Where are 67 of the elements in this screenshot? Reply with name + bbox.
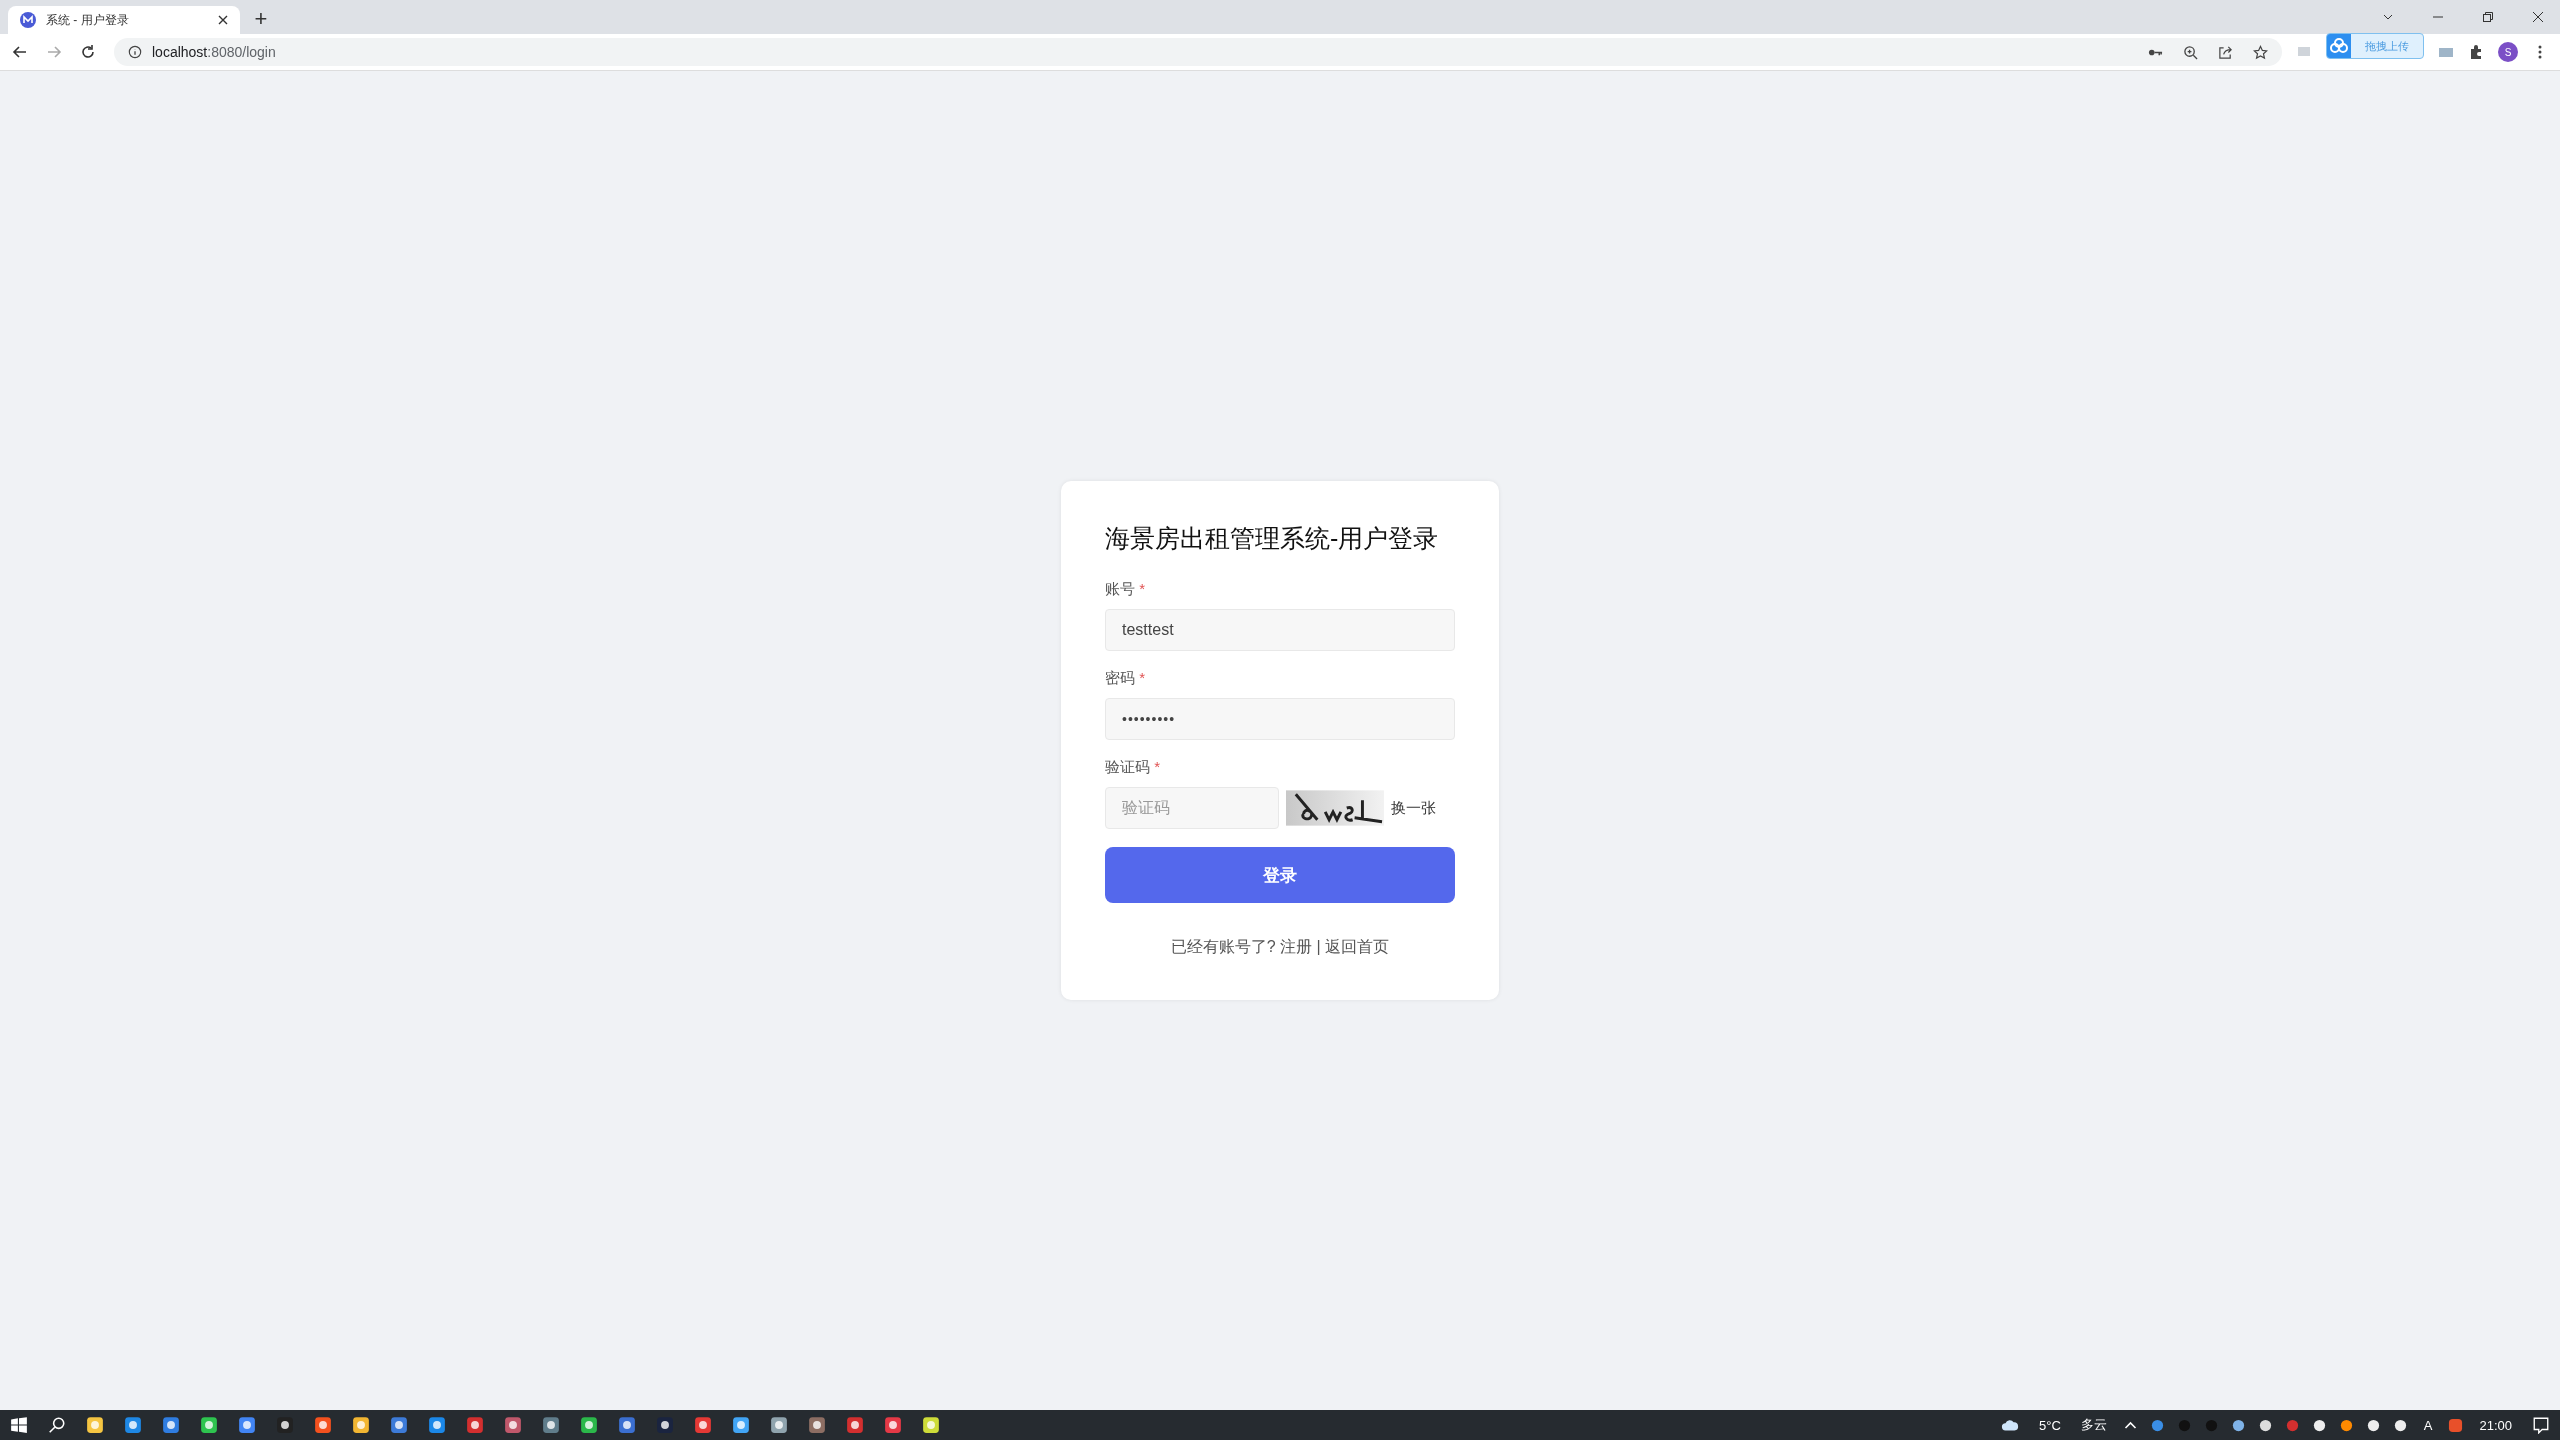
reload-icon[interactable]: [80, 44, 96, 60]
back-arrow-icon[interactable]: [12, 44, 28, 60]
tray-icon[interactable]: [2392, 1417, 2408, 1433]
login-button[interactable]: 登录: [1105, 847, 1455, 903]
account-input[interactable]: testtest: [1105, 609, 1455, 651]
puzzle-icon[interactable]: [2468, 44, 2484, 60]
app-icon[interactable]: [200, 1416, 218, 1434]
app-icon[interactable]: [504, 1416, 522, 1434]
field-label: 账号 *: [1105, 580, 1146, 599]
zoom-icon[interactable]: [2183, 44, 2198, 60]
tray-icon[interactable]: [2230, 1417, 2246, 1433]
app-icon[interactable]: [808, 1416, 826, 1434]
app-icon[interactable]: [428, 1416, 446, 1434]
tab-title: 系统 - 用户登录: [46, 11, 130, 29]
home-link[interactable]: 返回首页: [1325, 938, 1390, 955]
share-icon[interactable]: [2218, 44, 2233, 60]
password-input[interactable]: •••••••••: [1105, 698, 1455, 740]
app-icon[interactable]: [846, 1416, 864, 1434]
app-icon[interactable]: [238, 1416, 256, 1434]
app-icon[interactable]: [162, 1416, 180, 1434]
tray-icon[interactable]: [2338, 1417, 2354, 1433]
captcha-image[interactable]: [1286, 790, 1384, 826]
field-label: 验证码 *: [1105, 758, 1161, 777]
captcha-input[interactable]: 验证码: [1105, 787, 1279, 829]
upload-label: 拖拽上传: [2364, 38, 2410, 54]
url-text: localhost:8080/login: [152, 44, 276, 60]
app-icon[interactable]: [656, 1416, 674, 1434]
address-bar[interactable]: localhost:8080/login: [114, 38, 2282, 66]
app-icon[interactable]: [884, 1416, 902, 1434]
start-icon[interactable]: [10, 1416, 28, 1434]
close-icon[interactable]: [2532, 11, 2544, 23]
app-icon[interactable]: [276, 1416, 294, 1434]
app-icon[interactable]: [694, 1416, 712, 1434]
app-icon[interactable]: [466, 1416, 484, 1434]
app-icon[interactable]: [124, 1416, 142, 1434]
site-logo-icon: [20, 12, 36, 28]
footer-text: 已经有账号了? 注册 | 返回首页: [1169, 937, 1391, 957]
info-icon[interactable]: [128, 45, 142, 59]
tray-icon[interactable]: [2257, 1417, 2273, 1433]
field-label: 密码 *: [1105, 669, 1146, 688]
star-icon[interactable]: [2253, 44, 2268, 60]
profile-avatar[interactable]: S: [2498, 42, 2518, 62]
clock-text[interactable]: 21:00: [2479, 1417, 2512, 1433]
app-icon[interactable]: [314, 1416, 332, 1434]
input-method-text[interactable]: A: [2423, 1417, 2433, 1433]
app-icon[interactable]: [352, 1416, 370, 1434]
tray-icon[interactable]: [2365, 1417, 2381, 1433]
app-icon[interactable]: [86, 1416, 104, 1434]
app-icon[interactable]: [390, 1416, 408, 1434]
register-link[interactable]: 注册: [1280, 938, 1313, 955]
app-icon[interactable]: [618, 1416, 636, 1434]
search-icon[interactable]: [48, 1416, 66, 1434]
browser-tab[interactable]: 系统 - 用户登录: [8, 6, 240, 34]
app-icon[interactable]: [732, 1416, 750, 1434]
app-icon[interactable]: [770, 1416, 788, 1434]
app-icon[interactable]: [922, 1416, 940, 1434]
weather-text: 多云: [2080, 1416, 2107, 1434]
new-tab-button[interactable]: +: [246, 4, 276, 34]
restore-icon[interactable]: [2482, 11, 2494, 23]
refresh-captcha-link[interactable]: 换一张: [1391, 798, 1436, 818]
login-title: 海景房出租管理系统-用户登录: [1105, 523, 1439, 554]
app-icon[interactable]: [580, 1416, 598, 1434]
temperature-text: 5°C: [2038, 1417, 2061, 1433]
tray-icon[interactable]: [2311, 1417, 2327, 1433]
close-tab-icon[interactable]: [218, 15, 228, 25]
notification-icon[interactable]: [2532, 1416, 2550, 1434]
app-icon[interactable]: [542, 1416, 560, 1434]
